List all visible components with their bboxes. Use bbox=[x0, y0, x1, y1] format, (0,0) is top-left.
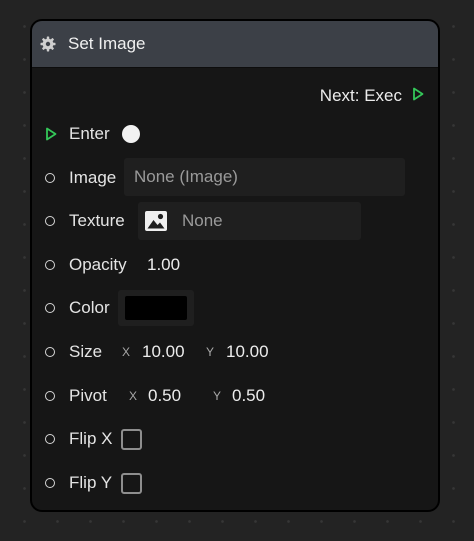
texture-pin[interactable] bbox=[45, 216, 55, 226]
flip-y-pin[interactable] bbox=[45, 478, 55, 488]
flip-x-row: Flip X bbox=[32, 424, 438, 454]
size-row: Size X 10.00 Y 10.00 bbox=[32, 337, 438, 367]
texture-label: Texture bbox=[69, 211, 125, 230]
texture-row: Texture None bbox=[32, 202, 438, 240]
node-title: Set Image bbox=[68, 34, 146, 53]
enter-label: Enter bbox=[69, 124, 110, 143]
flip-x-label: Flip X bbox=[69, 429, 113, 448]
size-x-axis-label: X bbox=[122, 345, 131, 359]
opacity-value[interactable]: 1.00 bbox=[147, 255, 180, 275]
image-value: None (Image) bbox=[134, 167, 238, 186]
enter-row: Enter bbox=[32, 119, 438, 149]
exec-out-pin-icon[interactable] bbox=[412, 87, 424, 106]
image-row: Image None (Image) bbox=[32, 158, 438, 196]
texture-field[interactable]: None bbox=[138, 202, 361, 240]
image-label: Image bbox=[69, 168, 117, 187]
image-pin[interactable] bbox=[45, 173, 55, 183]
node-header[interactable]: Set Image bbox=[32, 21, 438, 68]
size-pin[interactable] bbox=[45, 347, 55, 357]
texture-value: None bbox=[182, 211, 223, 230]
opacity-pin[interactable] bbox=[45, 260, 55, 270]
color-pin[interactable] bbox=[45, 303, 55, 313]
next-exec-output[interactable]: Next: Exec bbox=[320, 83, 424, 109]
color-swatch[interactable] bbox=[125, 296, 187, 320]
set-image-node[interactable]: Set Image Next: Exec Enter Image None (I… bbox=[30, 19, 440, 512]
size-x-value[interactable]: 10.00 bbox=[142, 342, 185, 362]
enter-dot-icon bbox=[122, 125, 140, 143]
pivot-y-value[interactable]: 0.50 bbox=[232, 386, 265, 406]
exec-in-pin-icon[interactable] bbox=[45, 127, 57, 141]
image-field[interactable]: None (Image) bbox=[124, 158, 405, 196]
size-label: Size bbox=[69, 342, 103, 361]
size-y-axis-label: Y bbox=[206, 345, 215, 359]
pivot-label: Pivot bbox=[69, 386, 107, 405]
flip-x-pin[interactable] bbox=[45, 434, 55, 444]
next-exec-label: Next: Exec bbox=[319, 86, 402, 105]
pivot-y-axis-label: Y bbox=[213, 389, 222, 403]
image-icon bbox=[144, 210, 168, 232]
opacity-row: Opacity 1.00 bbox=[32, 250, 438, 280]
gear-icon bbox=[40, 36, 56, 52]
pivot-x-value[interactable]: 0.50 bbox=[148, 386, 181, 406]
pivot-pin[interactable] bbox=[45, 391, 55, 401]
color-label: Color bbox=[69, 298, 110, 317]
flip-y-checkbox[interactable] bbox=[121, 472, 142, 494]
color-row: Color bbox=[32, 290, 438, 326]
flip-y-row: Flip Y bbox=[32, 468, 438, 498]
pivot-x-axis-label: X bbox=[129, 389, 138, 403]
opacity-label: Opacity bbox=[69, 255, 127, 274]
flip-y-label: Flip Y bbox=[69, 473, 113, 492]
pivot-row: Pivot X 0.50 Y 0.50 bbox=[32, 381, 438, 411]
flip-x-checkbox[interactable] bbox=[121, 428, 142, 450]
color-field[interactable] bbox=[118, 290, 194, 326]
size-y-value[interactable]: 10.00 bbox=[226, 342, 269, 362]
